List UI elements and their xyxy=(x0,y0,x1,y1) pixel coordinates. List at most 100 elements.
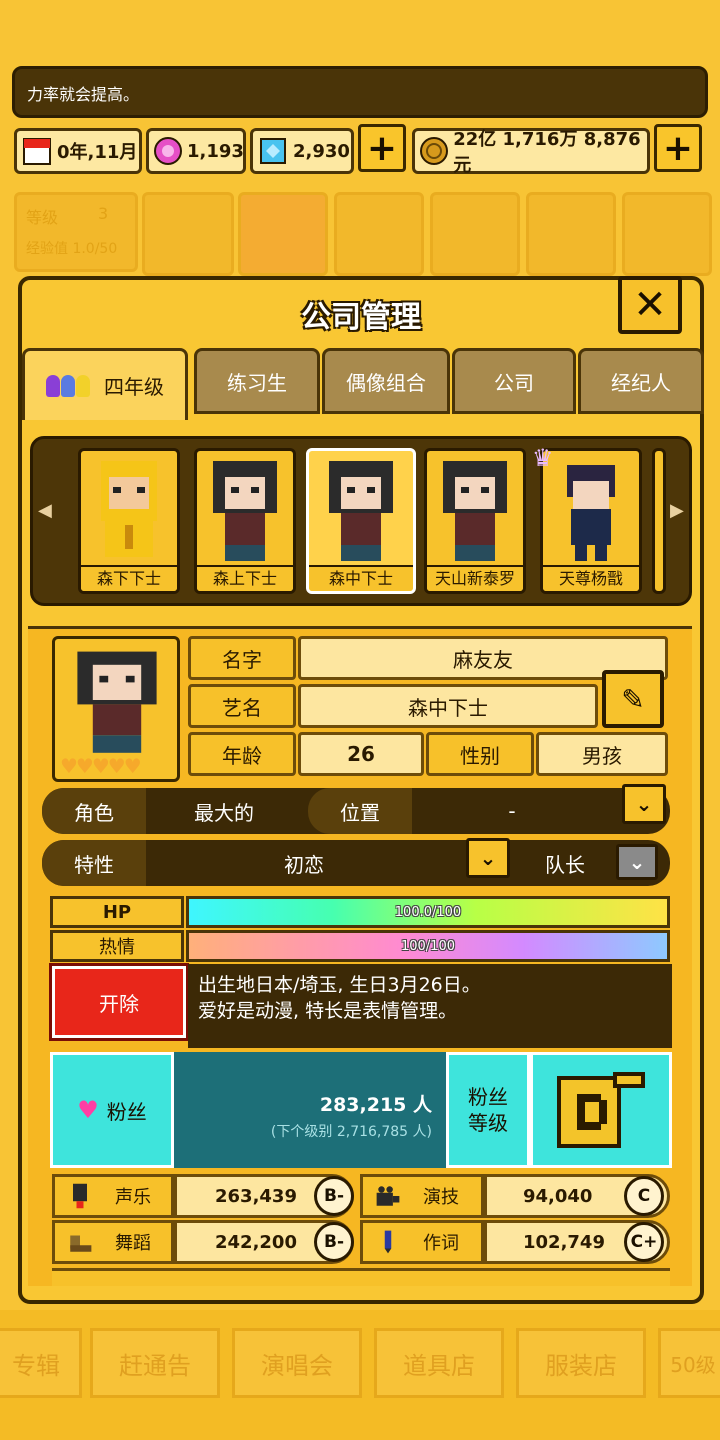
character-avatar xyxy=(567,465,615,561)
bg-menu-5 xyxy=(526,192,616,276)
bg-level-label: 等级 xyxy=(26,208,59,227)
character-avatar xyxy=(101,461,157,557)
scroll-right-icon[interactable]: ▶ xyxy=(670,500,684,521)
character-name: 森中下士 xyxy=(309,565,413,591)
stage-name-value: 森中下士 xyxy=(298,684,598,728)
tab-idol-group[interactable]: 偶像组合 xyxy=(322,348,450,414)
tab-manager[interactable]: 经纪人 xyxy=(578,348,704,414)
skill-lyrics-grade: C+ xyxy=(624,1222,664,1262)
bg-menu-recruit xyxy=(238,192,328,276)
bio-text: 出生地日本/埼玉, 生日3月26日。 爱好是动漫, 特长是表情管理。 xyxy=(188,964,672,1048)
bio-line-2: 爱好是动漫, 特长是表情管理。 xyxy=(198,1000,458,1022)
trait-value: 初恋 xyxy=(284,852,324,877)
trait-label: 特性 xyxy=(42,840,146,886)
character-card[interactable]: 森下下士 xyxy=(78,448,180,594)
fans-label-box: ♥ 粉丝 xyxy=(50,1052,174,1168)
hp-bar: 100.0/100 xyxy=(186,896,670,928)
resource-money: 22亿 1,716万 8,876元 xyxy=(412,128,650,176)
fans-next-level: (下个级别 2,716,785 人) xyxy=(270,1124,432,1140)
bg-btn-itemshop: 道具店 xyxy=(374,1328,504,1398)
resource-date: 0年,11月 xyxy=(14,128,142,174)
fan-level-label-1: 粉丝 xyxy=(468,1085,508,1109)
role-label: 角色 xyxy=(42,788,146,834)
bg-menu-items xyxy=(430,192,520,276)
pink-gem-value: 1,193 xyxy=(187,140,244,162)
character-card[interactable]: 天山新泰罗 xyxy=(424,448,526,594)
bg-exp-label: 经验值 1.0/50 xyxy=(26,241,118,257)
resource-blue-gem: 2,930 xyxy=(250,128,354,174)
pen-icon xyxy=(384,1230,392,1254)
stage-name-label: 艺名 xyxy=(188,684,296,728)
fire-button[interactable]: 开除 xyxy=(49,963,189,1041)
gender-value: 男孩 xyxy=(536,732,668,776)
crown-icon: ♛ xyxy=(532,444,554,472)
bg-btn-album: 专辑 xyxy=(0,1328,82,1398)
add-money-button[interactable]: + xyxy=(654,124,702,172)
tab-trainee[interactable]: 练习生 xyxy=(194,348,320,414)
coin-icon xyxy=(419,135,449,167)
edit-pencil-icon[interactable]: ✎ xyxy=(602,670,664,728)
camera-icon xyxy=(376,1186,400,1206)
close-button[interactable]: ✕ xyxy=(618,276,682,334)
position-dropdown-chevron-icon[interactable]: ⌄ xyxy=(622,784,666,824)
position-label: 位置 xyxy=(308,788,412,834)
fan-level-d-icon xyxy=(557,1072,645,1148)
trait-dropdown-chevron-icon[interactable]: ⌄ xyxy=(466,838,510,878)
add-gems-button[interactable]: + xyxy=(358,124,406,172)
bg-btn-level50: 50级 xyxy=(658,1328,720,1398)
fans-label: 粉丝 xyxy=(106,1099,147,1124)
panel-title: 公司管理 xyxy=(301,300,421,335)
tab-label: 四年级 xyxy=(104,375,164,399)
age-label: 年龄 xyxy=(188,732,296,776)
skills-overflow-row xyxy=(52,1268,670,1286)
heart-icon: ♥ xyxy=(77,1096,99,1124)
character-card[interactable]: 天尊杨戬 xyxy=(540,448,642,594)
tab-grade4[interactable]: 四年级 xyxy=(22,348,188,420)
character-card[interactable]: 森上下士 xyxy=(194,448,296,594)
tab-company[interactable]: 公司 xyxy=(452,348,576,414)
bg-btn-concert: 演唱会 xyxy=(232,1328,362,1398)
bg-menu-task xyxy=(334,192,424,276)
bg-btn-costume: 服装店 xyxy=(516,1328,646,1398)
scroll-left-icon[interactable]: ◀ xyxy=(38,500,52,521)
character-avatar xyxy=(213,461,277,561)
character-name: 天尊杨戬 xyxy=(543,565,639,591)
resource-pink-gem: 1,193 xyxy=(146,128,246,174)
character-card-partial[interactable] xyxy=(652,448,666,594)
bg-level-value: 3 xyxy=(98,204,109,223)
fan-level-badge: D xyxy=(530,1052,672,1168)
shoe-icon xyxy=(70,1235,92,1252)
passion-label: 热情 xyxy=(50,930,184,962)
passion-bar: 100/100 xyxy=(186,930,670,962)
skill-lyrics: 作词 xyxy=(360,1220,484,1264)
bg-menu-6 xyxy=(622,192,712,276)
fans-count-box: 283,215 人 (下个级别 2,716,785 人) xyxy=(174,1052,446,1168)
skill-label: 舞蹈 xyxy=(115,1233,151,1254)
fans-count: 283,215 人 xyxy=(319,1094,432,1116)
character-avatar xyxy=(443,461,507,561)
affection-hearts: ♥♥♥♥♥ xyxy=(60,754,142,778)
character-name: 森下下士 xyxy=(81,565,177,591)
blue-gem-value: 2,930 xyxy=(293,140,350,162)
age-value: 26 xyxy=(298,732,424,776)
fans-panel: ♥ 粉丝 283,215 人 (下个级别 2,716,785 人) 粉丝 等级 … xyxy=(50,1052,672,1168)
bio-line-1: 出生地日本/埼玉, 生日3月26日。 xyxy=(198,974,481,996)
character-avatar xyxy=(329,461,393,561)
skill-vocal-grade: B- xyxy=(314,1176,354,1216)
skill-label: 声乐 xyxy=(115,1187,151,1208)
message-bar: 力率就会提高。 xyxy=(12,66,708,118)
trait-row: 特性 初恋 队长 xyxy=(42,840,670,886)
skill-label: 演技 xyxy=(423,1187,459,1208)
microphone-icon xyxy=(73,1183,87,1209)
skill-vocal: 声乐 xyxy=(52,1174,174,1218)
skill-dance-grade: B- xyxy=(314,1222,354,1262)
skill-acting-grade: C xyxy=(624,1176,664,1216)
character-name: 天山新泰罗 xyxy=(427,565,523,591)
skill-acting: 演技 xyxy=(360,1174,484,1218)
character-card-selected[interactable]: 森中下士 xyxy=(306,448,416,594)
group-icon xyxy=(46,374,90,397)
character-name: 森上下士 xyxy=(197,565,293,591)
leader-toggle-checkbox-icon[interactable]: ⌄ xyxy=(616,844,658,880)
blue-gem-icon xyxy=(257,135,289,167)
date-value: 0年,11月 xyxy=(57,142,138,163)
